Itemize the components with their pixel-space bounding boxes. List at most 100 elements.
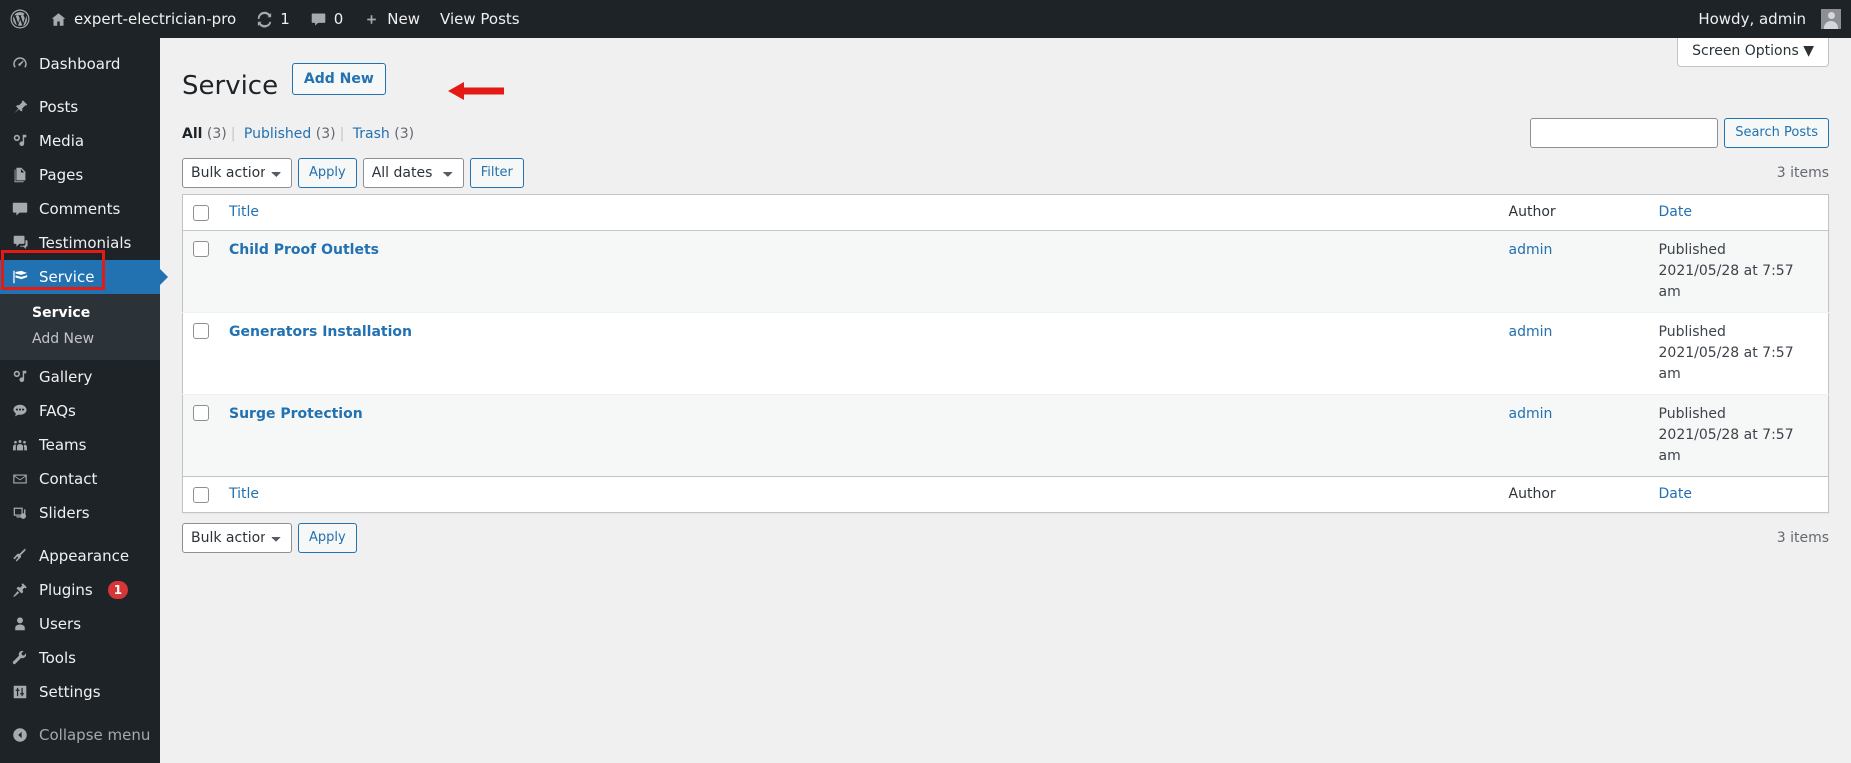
post-date-value: 2021/05/28 at 7:57 am [1658, 344, 1794, 382]
sidebar-item-plugins[interactable]: Plugins 1 [0, 573, 160, 607]
sort-by-date-link[interactable]: Date [1659, 204, 1692, 220]
avatar [1821, 9, 1841, 29]
howdy-label: Howdy, admin [1698, 10, 1806, 28]
column-footer-date[interactable]: Date [1648, 475, 1829, 513]
plug-icon [10, 581, 30, 599]
sidebar-item-users[interactable]: Users [0, 607, 160, 641]
wordpress-logo-button[interactable] [0, 0, 40, 38]
sidebar-item-media[interactable]: Media [0, 124, 160, 158]
post-date-value: 2021/05/28 at 7:57 am [1658, 262, 1794, 300]
filter-button[interactable]: Filter [469, 157, 524, 188]
search-posts-button[interactable]: Search Posts [1724, 117, 1829, 148]
collapse-menu-button[interactable]: Collapse menu [0, 718, 160, 752]
sidebar-item-contact[interactable]: Contact [0, 462, 160, 496]
filter-all-link[interactable]: All [182, 126, 202, 142]
sidebar-item-settings[interactable]: Settings [0, 675, 160, 709]
apply-button-bottom[interactable]: Apply [298, 522, 357, 553]
bulk-actions-select-bottom[interactable]: Bulk actions [182, 522, 292, 553]
updates-button[interactable]: 1 [246, 0, 300, 38]
column-footer-title[interactable]: Title [219, 475, 1499, 513]
date-filter-select[interactable]: All dates [362, 157, 464, 188]
select-all-footer [182, 475, 219, 513]
screen-options-tab[interactable]: Screen Options ▼ [1677, 38, 1829, 67]
sidebar-item-testimonials[interactable]: Testimonials [0, 226, 160, 260]
sidebar-item-label: Dashboard [39, 55, 121, 73]
view-posts-button[interactable]: View Posts [430, 0, 530, 38]
select-all-checkbox-top[interactable] [193, 204, 209, 221]
sort-by-title-link-bottom[interactable]: Title [229, 486, 259, 502]
column-author-label: Author [1508, 204, 1556, 221]
sidebar-item-faqs[interactable]: FAQs [0, 394, 160, 428]
sort-by-date-link-bottom[interactable]: Date [1659, 486, 1692, 502]
row-date-cell: Published 2021/05/28 at 7:57 am [1649, 230, 1829, 312]
apply-button-top[interactable]: Apply [298, 157, 357, 188]
brush-icon [10, 547, 30, 565]
page-title: Service [182, 71, 279, 101]
sidebar-item-dashboard[interactable]: Dashboard [0, 47, 160, 81]
post-title-link[interactable]: Child Proof Outlets [229, 242, 379, 258]
filter-all[interactable]: All (3) | [182, 120, 239, 148]
post-author-link[interactable]: admin [1509, 324, 1553, 340]
main-content: Screen Options ▼ Service Add New All (3)… [160, 38, 1851, 763]
table-row: Generators Installation admin Published … [182, 312, 1829, 394]
comments-button[interactable]: 0 [300, 0, 354, 38]
table-body: Child Proof Outlets admin Published 2021… [182, 230, 1829, 477]
sidebar-item-service[interactable]: Service [0, 260, 168, 294]
page-wrap: Service Add New All (3) | Published (3) | … [160, 38, 1851, 555]
search-input[interactable] [1530, 117, 1719, 148]
plus-icon [363, 11, 380, 28]
select-all-checkbox-bottom[interactable] [193, 486, 209, 503]
sidebar-item-teams[interactable]: Teams [0, 428, 160, 462]
bulk-actions-select-top[interactable]: Bulk actions [182, 157, 292, 188]
filter-published-count: (3) [315, 125, 336, 142]
filter-published-link[interactable]: Published [244, 126, 311, 142]
submenu-item-service[interactable]: Service [0, 300, 160, 326]
sidebar-item-tools[interactable]: Tools [0, 641, 160, 675]
sidebar-item-label: Tools [39, 649, 76, 667]
testimonials-icon [10, 234, 30, 252]
comment-bubble-icon [10, 200, 30, 218]
row-select-cell [183, 230, 220, 312]
search-box: Search Posts [1530, 117, 1829, 148]
post-author-link[interactable]: admin [1509, 406, 1553, 422]
column-header-title[interactable]: Title [219, 194, 1499, 231]
post-author-link[interactable]: admin [1509, 242, 1553, 258]
post-title-link[interactable]: Surge Protection [229, 406, 363, 422]
sidebar-item-label: Sliders [39, 504, 90, 522]
table-header-row: Title Author Date [182, 194, 1829, 231]
sliders-images-icon [10, 504, 30, 522]
column-header-date[interactable]: Date [1648, 194, 1829, 231]
filter-trash-link[interactable]: Trash [353, 126, 390, 142]
submenu-item-add-new[interactable]: Add New [0, 326, 160, 352]
row-title-cell: Generators Installation [219, 312, 1499, 394]
row-select-cell [183, 312, 220, 394]
view-posts-label: View Posts [440, 10, 520, 28]
row-checkbox[interactable] [193, 322, 209, 339]
sort-by-title-link[interactable]: Title [229, 204, 259, 220]
sidebar-item-sliders[interactable]: Sliders [0, 496, 160, 530]
envelope-icon [10, 470, 30, 488]
row-checkbox[interactable] [193, 404, 209, 421]
sidebar-item-posts[interactable]: Posts [0, 90, 160, 124]
sidebar-item-gallery[interactable]: Gallery [0, 360, 160, 394]
table-head: Title Author Date [182, 194, 1829, 231]
sidebar-item-label: Contact [39, 470, 98, 488]
sidebar-item-appearance[interactable]: Appearance [0, 539, 160, 573]
sidebar-item-pages[interactable]: Pages [0, 158, 160, 192]
admin-sidebar-menu: Dashboard Posts Media Pages Comments Tes… [0, 38, 168, 763]
tablenav-bottom: Bulk actions Apply 3 items [182, 521, 1829, 555]
site-name-button[interactable]: expert-electrician-pro [40, 0, 246, 38]
collapse-arrow-icon [10, 726, 30, 744]
column-author-label-bottom: Author [1508, 486, 1556, 503]
new-content-button[interactable]: New [353, 0, 430, 38]
post-title-link[interactable]: Generators Installation [229, 324, 412, 340]
column-footer-author: Author [1498, 475, 1649, 513]
sidebar-item-comments[interactable]: Comments [0, 192, 160, 226]
filter-published[interactable]: Published (3) | [244, 120, 348, 148]
my-account-button[interactable]: Howdy, admin [1688, 0, 1851, 38]
row-checkbox[interactable] [193, 240, 209, 257]
filter-trash[interactable]: Trash (3) [353, 120, 414, 148]
add-new-button[interactable]: Add New [291, 62, 386, 95]
updates-count: 1 [280, 10, 290, 28]
service-submenu: Service Add New [0, 294, 160, 360]
